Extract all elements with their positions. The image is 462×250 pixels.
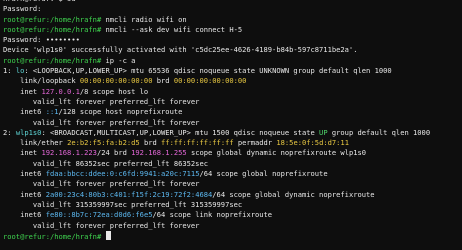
terminal-text: 192.168.1.255 bbox=[131, 148, 187, 158]
terminal-line: link/ether 2e:b2:f5:fa:b2:d5 brd ff:ff:f… bbox=[3, 138, 462, 148]
terminal-text: inet6 bbox=[3, 189, 46, 199]
terminal-text: /64 scope global noprefixroute bbox=[199, 169, 328, 179]
terminal-text: UP bbox=[319, 127, 328, 137]
terminal-text: valid_lft forever preferred_lft forever bbox=[3, 117, 200, 127]
terminal-text: Password: bbox=[3, 4, 42, 14]
terminal-line: root@refur:/home/hrafn# ip -c a bbox=[3, 56, 462, 66]
terminal-line: inet6 ::1/128 scope host noprefixroute bbox=[3, 107, 462, 117]
terminal-text: Device 'wlp1s0' successfully activated w… bbox=[3, 45, 358, 55]
terminal-text: /24 brd bbox=[96, 148, 132, 158]
terminal-text: link/loopback bbox=[3, 76, 80, 86]
terminal-line: valid_lft forever preferred_lft forever bbox=[3, 179, 462, 189]
terminal-text: inet6 bbox=[3, 210, 46, 220]
terminal-text: 2e:b2:f5:fa:b2:d5 bbox=[67, 138, 140, 148]
terminal-line: inet6 fdaa:bbcc:ddee:0:c6fd:9941:a20c:71… bbox=[3, 169, 462, 179]
terminal-line: valid_lft 86352sec preferred_lft 86352se… bbox=[3, 159, 462, 169]
terminal-text: valid_lft forever preferred_lft forever bbox=[3, 96, 200, 106]
terminal-text: valid_lft forever preferred_lft forever bbox=[3, 179, 200, 189]
terminal-line: root@refur:/home/hrafn# nmcli radio wifi… bbox=[3, 15, 462, 25]
terminal-text: inet6 bbox=[3, 169, 46, 179]
terminal-text: /64 scope global dynamic noprefixroute bbox=[212, 189, 375, 199]
terminal-text: brd bbox=[152, 76, 174, 86]
terminal-text: fdaa:bbcc:ddee:0:c6fd:9941:a20c:7115 bbox=[45, 169, 200, 179]
terminal-text: /128 scope host noprefixroute bbox=[58, 107, 183, 117]
terminal-text: 127.0.0.1 bbox=[41, 86, 80, 96]
terminal-line: 2: wlp1s0: <BROADCAST,MULTICAST,UP,LOWER… bbox=[3, 128, 462, 138]
terminal-line: Password: bbox=[3, 4, 462, 14]
terminal-line: valid_lft forever preferred_lft forever bbox=[3, 97, 462, 107]
terminal-text: scope global dynamic noprefixroute wlp1s… bbox=[186, 148, 367, 158]
shell-prompt: root@refur:/home/hrafn# bbox=[3, 231, 106, 241]
terminal-text: 1: bbox=[3, 66, 16, 76]
terminal-text: hrafn@refur:~$ su bbox=[3, 0, 76, 3]
shell-prompt: root@refur:/home/hrafn# bbox=[3, 24, 106, 34]
terminal-text: valid_lft forever preferred_lft forever bbox=[3, 220, 200, 230]
shell-prompt: root@refur:/home/hrafn# bbox=[3, 55, 106, 65]
terminal-line: root@refur:/home/hrafn# bbox=[3, 230, 462, 241]
terminal-text: ::1 bbox=[45, 107, 59, 117]
terminal-text: valid_lft 86352sec preferred_lft 86352se… bbox=[3, 158, 208, 168]
terminal-text: permaddr bbox=[233, 138, 277, 148]
terminal-text: : <LOOPBACK,UP,LOWER_UP> mtu 65536 qdisc… bbox=[24, 66, 392, 76]
terminal-line: inet 127.0.0.1/8 scope host lo bbox=[3, 87, 462, 97]
terminal-text: 192.168.1.223 bbox=[41, 148, 97, 158]
terminal-text: 00:00:00:00:00:00 bbox=[173, 76, 247, 86]
terminal-line: valid_lft forever preferred_lft forever bbox=[3, 118, 462, 128]
terminal-line: valid_lft 315359997sec preferred_lft 315… bbox=[3, 200, 462, 210]
terminal-text: 00:00:00:00:00:00 bbox=[79, 76, 153, 86]
terminal-text: 2a00:23c4:80b3:c401:f15f:2c19:72f2:4684 bbox=[45, 189, 213, 199]
shell-prompt: root@refur:/home/hrafn# bbox=[3, 14, 106, 24]
terminal-text: Password: •••••••• bbox=[3, 35, 80, 45]
terminal-text: inet bbox=[3, 148, 42, 158]
text-cursor bbox=[105, 230, 111, 240]
terminal-text: group default qlen 1000 bbox=[327, 127, 431, 137]
terminal-window[interactable]: hrafn@refur:~$ suPassword:root@refur:/ho… bbox=[0, 0, 462, 250]
terminal-text: 2: bbox=[3, 127, 16, 137]
terminal-text: fe80::8b7c:72ea:d0d6:f6e5 bbox=[45, 210, 153, 220]
terminal-text: ip -c a bbox=[105, 55, 136, 65]
terminal-text: /8 scope host lo bbox=[79, 86, 149, 96]
terminal-text: link/ether bbox=[3, 138, 68, 148]
terminal-line: root@refur:/home/hrafn# nmcli --ask dev … bbox=[3, 25, 462, 35]
terminal-line: Device 'wlp1s0' successfully activated w… bbox=[3, 45, 462, 55]
terminal-line: link/loopback 00:00:00:00:00:00 brd 00:0… bbox=[3, 76, 462, 86]
terminal-line: inet6 2a00:23c4:80b3:c401:f15f:2c19:72f2… bbox=[3, 190, 462, 200]
terminal-line: Password: •••••••• bbox=[3, 35, 462, 45]
terminal-text: nmcli --ask dev wifi connect H-5 bbox=[105, 24, 243, 34]
terminal-text: inet bbox=[3, 86, 42, 96]
terminal-text: : <BROADCAST,MULTICAST,UP,LOWER_UP> mtu … bbox=[41, 127, 320, 137]
terminal-line: valid_lft forever preferred_lft forever bbox=[3, 221, 462, 231]
terminal-text: /64 scope link noprefixroute bbox=[152, 210, 273, 220]
terminal-text: wlp1s0 bbox=[15, 127, 42, 137]
terminal-text: valid_lft 315359997sec preferred_lft 315… bbox=[3, 199, 243, 209]
terminal-text: ff:ff:ff:ff:ff:ff bbox=[161, 138, 234, 148]
terminal-text: brd bbox=[139, 138, 162, 148]
terminal-line: inet6 fe80::8b7c:72ea:d0d6:f6e5/64 scope… bbox=[3, 210, 462, 220]
terminal-text: 18:5e:0f:5d:d7:11 bbox=[276, 138, 349, 148]
terminal-text: nmcli radio wifi on bbox=[105, 14, 187, 24]
terminal-text: inet6 bbox=[3, 107, 46, 117]
terminal-line: 1: lo: <LOOPBACK,UP,LOWER_UP> mtu 65536 … bbox=[3, 66, 462, 76]
terminal-line: inet 192.168.1.223/24 brd 192.168.1.255 … bbox=[3, 148, 462, 158]
